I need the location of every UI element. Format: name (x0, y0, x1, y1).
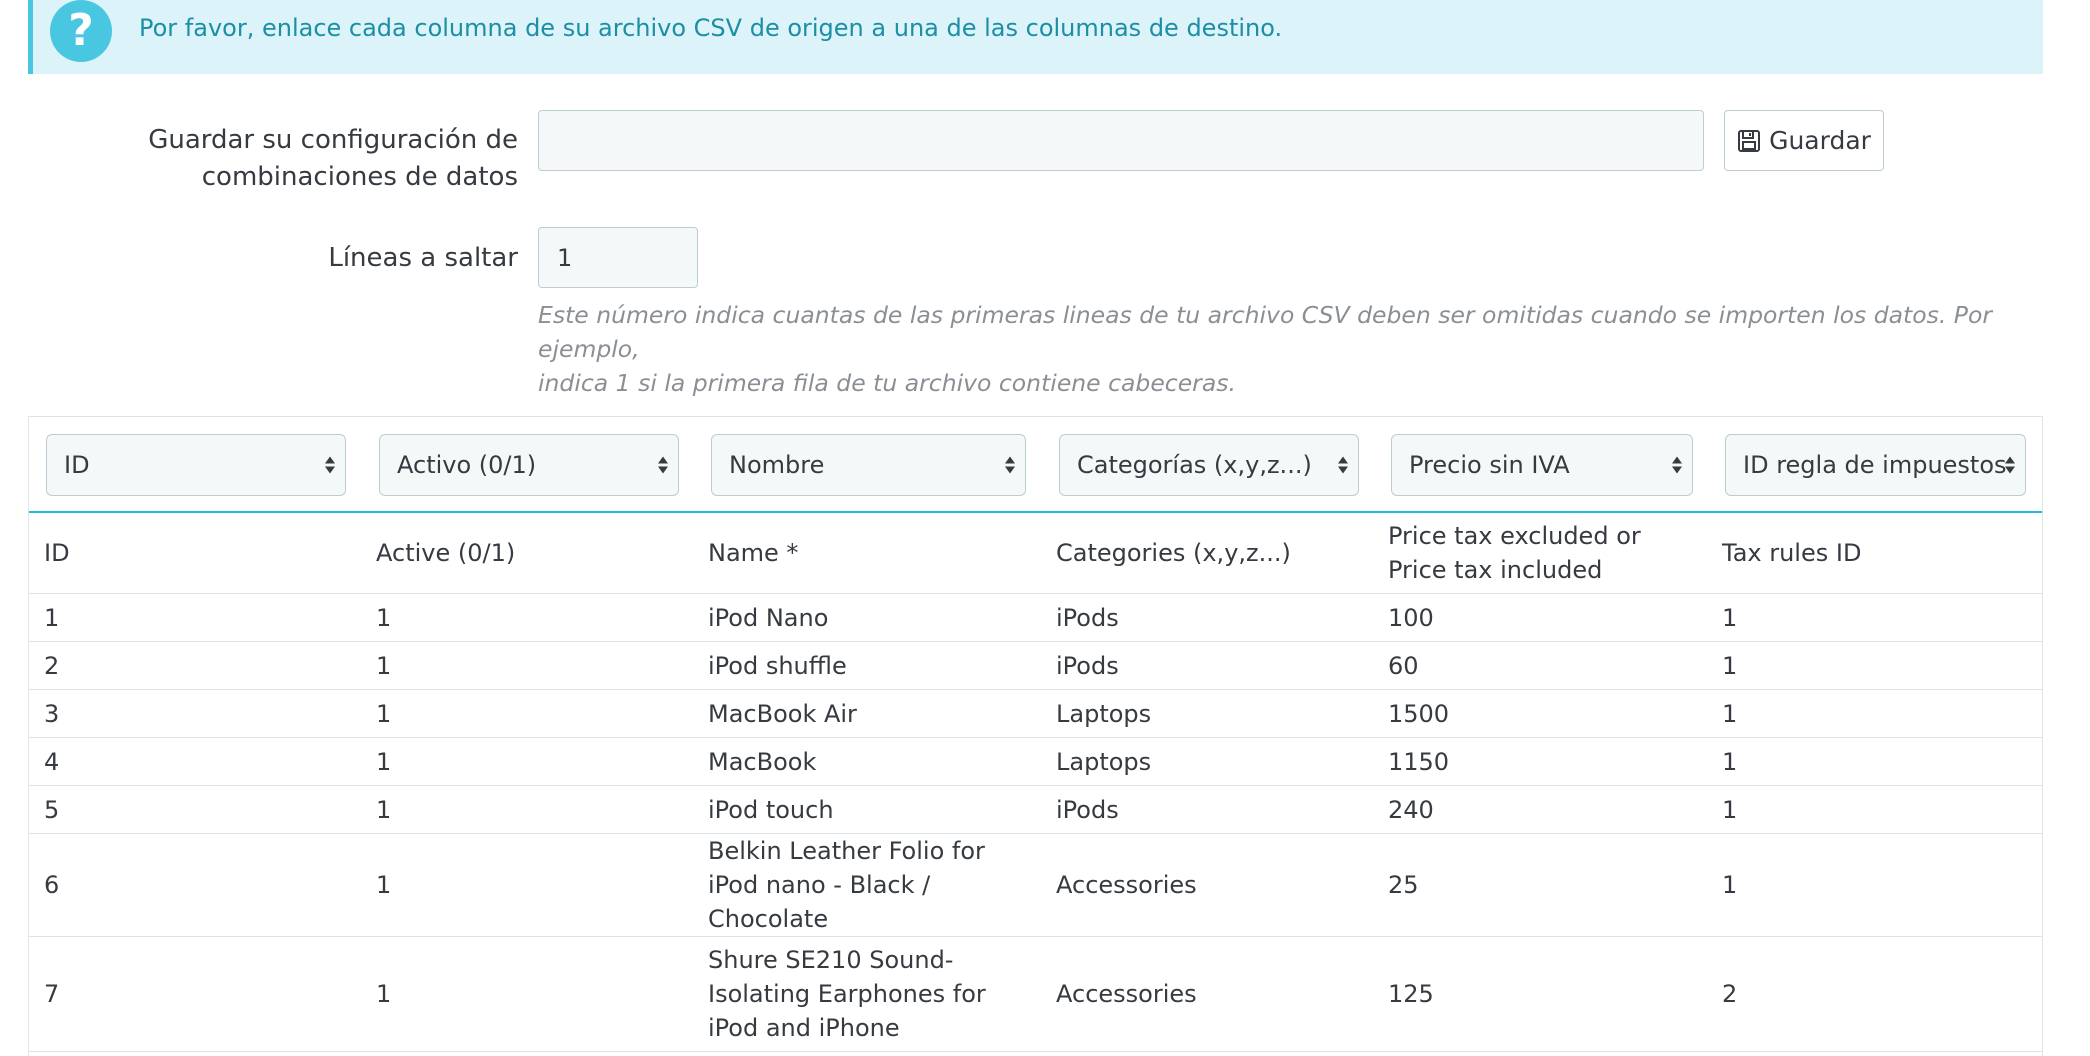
cell-categories: iPods (1041, 593, 1373, 642)
header-tax-rules: Tax rules ID (1707, 513, 2042, 594)
column-select-4-value: Categorías (x,y,z...) (1077, 451, 1312, 479)
column-select-1-value: ID (64, 451, 90, 479)
import-mapping-page: ? Por favor, enlace cada columna de su a… (0, 0, 2090, 1056)
config-label-line2: combinaciones de datos (201, 162, 518, 192)
select-arrows-icon (325, 456, 335, 474)
skip-lines-input[interactable] (538, 227, 698, 288)
cell-tax-rules: 1 (1707, 833, 2042, 937)
cell-price: 1150 (1373, 737, 1707, 786)
select-arrows-icon (2005, 456, 2015, 474)
column-select-6[interactable]: ID regla de impuestos (1725, 434, 2026, 496)
cell-id: 4 (29, 737, 361, 786)
cell-id: 3 (29, 689, 361, 738)
cell-categories: iPods (1041, 785, 1373, 834)
table-row: 2 1 iPod shuffle iPods 60 1 (29, 641, 2042, 690)
cell-name: iPod shuffle (693, 641, 1041, 690)
cell-tax-rules: 1 (1707, 593, 2042, 642)
config-label-line1: Guardar su configuración de (148, 125, 518, 155)
cell-active: 1 (361, 593, 693, 642)
column-select-4[interactable]: Categorías (x,y,z...) (1059, 434, 1359, 496)
cell-categories: Laptops (1041, 737, 1373, 786)
table-row: 1 1 iPod Nano iPods 100 1 (29, 593, 2042, 642)
select-arrows-icon (1338, 456, 1348, 474)
cell-categories: Laptops (1041, 689, 1373, 738)
column-select-1[interactable]: ID (46, 434, 346, 496)
config-label: Guardar su configuración de combinacione… (120, 122, 518, 196)
cell-active: 1 (361, 737, 693, 786)
cell-tax-rules: 1 (1707, 737, 2042, 786)
cell-price: 25 (1373, 833, 1707, 937)
table-row: 6 1 Belkin Leather Folio for iPod nano -… (29, 833, 2042, 937)
info-alert: ? Por favor, enlace cada columna de su a… (28, 0, 2043, 74)
select-arrows-icon (1005, 456, 1015, 474)
header-categories: Categories (x,y,z...) (1041, 513, 1373, 594)
question-icon: ? (50, 0, 112, 62)
cell-categories: iPods (1041, 641, 1373, 690)
cell-active: 1 (361, 833, 693, 937)
column-select-3-value: Nombre (729, 451, 825, 479)
column-select-5[interactable]: Precio sin IVA (1391, 434, 1693, 496)
cell-name: iPod Nano (693, 593, 1041, 642)
cell-price: 125 (1373, 936, 1707, 1052)
cell-tax-rules: 2 (1707, 936, 2042, 1052)
cell-active: 1 (361, 785, 693, 834)
save-button-label: Guardar (1769, 126, 1871, 155)
cell-price: 100 (1373, 593, 1707, 642)
cell-tax-rules: 1 (1707, 689, 2042, 738)
cell-price: 60 (1373, 641, 1707, 690)
header-name: Name * (693, 513, 1041, 594)
cell-name: MacBook Air (693, 689, 1041, 738)
cell-name: MacBook (693, 737, 1041, 786)
cell-id: 2 (29, 641, 361, 690)
help-line1: Este número indica cuantas de las primer… (538, 301, 1993, 363)
csv-preview-table: ID Active (0/1) Name * Categories (x,y,z… (29, 513, 2042, 1052)
cell-id: 6 (29, 833, 361, 937)
column-select-2[interactable]: Activo (0/1) (379, 434, 679, 496)
header-price: Price tax excluded or Price tax included (1373, 513, 1707, 594)
cell-id: 5 (29, 785, 361, 834)
cell-active: 1 (361, 641, 693, 690)
cell-active: 1 (361, 689, 693, 738)
config-name-input[interactable] (538, 110, 1704, 171)
cell-tax-rules: 1 (1707, 785, 2042, 834)
table-header-row: ID Active (0/1) Name * Categories (x,y,z… (29, 513, 2042, 594)
cell-price: 240 (1373, 785, 1707, 834)
cell-name: Shure SE210 Sound-Isolating Earphones fo… (693, 936, 1041, 1052)
column-select-3[interactable]: Nombre (711, 434, 1026, 496)
select-arrows-icon (1672, 456, 1682, 474)
alert-message: Por favor, enlace cada columna de su arc… (139, 14, 1283, 42)
cell-id: 7 (29, 936, 361, 1052)
table-row: 3 1 MacBook Air Laptops 1500 1 (29, 689, 2042, 738)
cell-price: 1500 (1373, 689, 1707, 738)
table-row: 4 1 MacBook Laptops 1150 1 (29, 737, 2042, 786)
table-row: 7 1 Shure SE210 Sound-Isolating Earphone… (29, 936, 2042, 1052)
cell-name: Belkin Leather Folio for iPod nano - Bla… (693, 833, 1041, 937)
help-line2: indica 1 si la primera fila de tu archiv… (538, 369, 1236, 397)
mapping-panel: ID Activo (0/1) Nombre Categorías (x,y,z… (28, 416, 2043, 1056)
cell-id: 1 (29, 593, 361, 642)
save-button[interactable]: Guardar (1724, 110, 1884, 171)
cell-categories: Accessories (1041, 936, 1373, 1052)
cell-tax-rules: 1 (1707, 641, 2042, 690)
cell-active: 1 (361, 936, 693, 1052)
column-select-6-value: ID regla de impuestos (1743, 451, 2007, 479)
skip-lines-label: Líneas a saltar (328, 243, 518, 273)
cell-categories: Accessories (1041, 833, 1373, 937)
header-id: ID (29, 513, 361, 594)
floppy-disk-icon (1738, 129, 1761, 152)
column-select-2-value: Activo (0/1) (397, 451, 537, 479)
cell-name: iPod touch (693, 785, 1041, 834)
column-select-5-value: Precio sin IVA (1409, 451, 1570, 479)
table-row: 5 1 iPod touch iPods 240 1 (29, 785, 2042, 834)
header-active: Active (0/1) (361, 513, 693, 594)
select-arrows-icon (658, 456, 668, 474)
skip-lines-help: Este número indica cuantas de las primer… (538, 298, 2038, 400)
column-selects-row: ID Activo (0/1) Nombre Categorías (x,y,z… (29, 417, 2042, 513)
